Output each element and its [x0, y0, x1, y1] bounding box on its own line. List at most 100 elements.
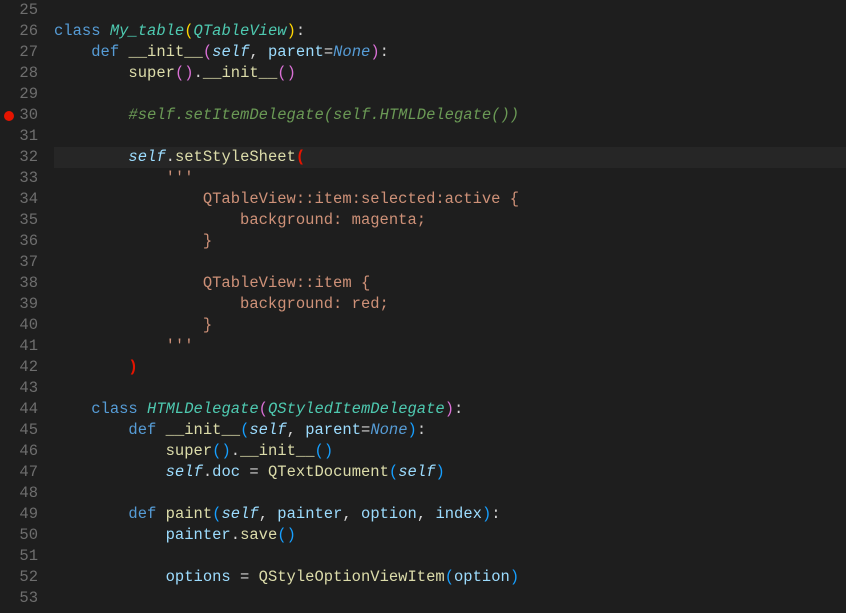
code-line[interactable]: } [54, 231, 846, 252]
line-number[interactable]: 43 [0, 378, 38, 399]
line-number[interactable]: 30 [0, 105, 38, 126]
token: QTableView::item:selected:active { [203, 190, 519, 208]
line-number[interactable]: 35 [0, 210, 38, 231]
token: ( [389, 463, 398, 481]
token: ( [277, 64, 286, 82]
line-number[interactable]: 34 [0, 189, 38, 210]
token: HTMLDelegate [147, 400, 259, 418]
breakpoint-icon[interactable] [4, 111, 14, 121]
line-number[interactable]: 52 [0, 567, 38, 588]
code-line[interactable]: ''' [54, 336, 846, 357]
token: ) [184, 64, 193, 82]
line-number[interactable]: 27 [0, 42, 38, 63]
code-area[interactable]: class My_table(QTableView): def __init__… [48, 0, 846, 613]
code-line[interactable]: super().__init__() [54, 63, 846, 84]
line-number[interactable]: 31 [0, 126, 38, 147]
line-number[interactable]: 42 [0, 357, 38, 378]
code-line[interactable]: QTableView::item:selected:active { [54, 189, 846, 210]
line-number-gutter[interactable]: 2526272829303132333435363738394041424344… [0, 0, 48, 613]
code-line[interactable] [54, 126, 846, 147]
line-number[interactable]: 49 [0, 504, 38, 525]
line-number[interactable]: 37 [0, 252, 38, 273]
code-line[interactable]: } [54, 315, 846, 336]
token: ( [259, 400, 268, 418]
code-line[interactable]: options = QStyleOptionViewItem(option) [54, 567, 846, 588]
token: save [240, 526, 277, 544]
code-line[interactable] [54, 546, 846, 567]
line-number[interactable]: 36 [0, 231, 38, 252]
token: self [128, 148, 165, 166]
token: ) [324, 442, 333, 460]
line-number[interactable]: 33 [0, 168, 38, 189]
token: ) [287, 64, 296, 82]
line-number[interactable]: 26 [0, 21, 38, 42]
code-line[interactable]: painter.save() [54, 525, 846, 546]
line-number[interactable]: 47 [0, 462, 38, 483]
line-number[interactable]: 25 [0, 0, 38, 21]
token: , [259, 505, 278, 523]
line-number[interactable]: 44 [0, 399, 38, 420]
code-line[interactable]: class HTMLDelegate(QStyledItemDelegate): [54, 399, 846, 420]
token: : [296, 22, 305, 40]
token: } [203, 232, 212, 250]
token: class [91, 400, 147, 418]
token: self [166, 463, 203, 481]
code-line[interactable]: def paint(self, painter, option, index): [54, 504, 846, 525]
line-number[interactable]: 32 [0, 147, 38, 168]
line-number[interactable]: 53 [0, 588, 38, 609]
code-line[interactable]: super().__init__() [54, 441, 846, 462]
code-line[interactable]: class My_table(QTableView): [54, 21, 846, 42]
code-line[interactable]: #self.setItemDelegate(self.HTMLDelegate(… [54, 105, 846, 126]
token: ) [510, 568, 519, 586]
token: options [166, 568, 240, 586]
line-number[interactable]: 41 [0, 336, 38, 357]
token: = [361, 421, 370, 439]
code-line[interactable] [54, 252, 846, 273]
token: None [333, 43, 370, 61]
token: __init__ [166, 421, 240, 439]
token: . [231, 442, 240, 460]
token: index [435, 505, 482, 523]
line-number[interactable]: 39 [0, 294, 38, 315]
line-number[interactable]: 48 [0, 483, 38, 504]
line-number[interactable]: 40 [0, 315, 38, 336]
code-line[interactable]: ''' [54, 168, 846, 189]
code-line[interactable]: self.doc = QTextDocument(self) [54, 462, 846, 483]
code-line[interactable] [54, 588, 846, 609]
token: . [231, 526, 240, 544]
token: My_table [110, 22, 184, 40]
line-number[interactable]: 38 [0, 273, 38, 294]
token: option [454, 568, 510, 586]
token: __init__ [128, 43, 202, 61]
token: , [417, 505, 436, 523]
token: ) [221, 442, 230, 460]
token: option [361, 505, 417, 523]
token: ''' [166, 337, 194, 355]
token: . [203, 463, 212, 481]
token: ) [445, 400, 454, 418]
line-number[interactable]: 50 [0, 525, 38, 546]
token: background: magenta; [240, 211, 426, 229]
line-number[interactable]: 45 [0, 420, 38, 441]
token: . [166, 148, 175, 166]
code-line[interactable]: self.setStyleSheet( [54, 147, 846, 168]
code-line[interactable]: background: magenta; [54, 210, 846, 231]
code-line[interactable] [54, 84, 846, 105]
code-line[interactable]: def __init__(self, parent=None): [54, 42, 846, 63]
code-line[interactable]: def __init__(self, parent=None): [54, 420, 846, 441]
code-line[interactable] [54, 483, 846, 504]
code-line[interactable]: background: red; [54, 294, 846, 315]
line-number[interactable]: 46 [0, 441, 38, 462]
code-line[interactable]: ) [54, 357, 846, 378]
code-line[interactable] [54, 0, 846, 21]
code-line[interactable] [54, 378, 846, 399]
code-editor[interactable]: 2526272829303132333435363738394041424344… [0, 0, 846, 613]
line-number[interactable]: 28 [0, 63, 38, 84]
token: QStyleOptionViewItem [259, 568, 445, 586]
token: : [454, 400, 463, 418]
token: . [194, 64, 203, 82]
line-number[interactable]: 51 [0, 546, 38, 567]
line-number[interactable]: 29 [0, 84, 38, 105]
token: ) [408, 421, 417, 439]
code-line[interactable]: QTableView::item { [54, 273, 846, 294]
